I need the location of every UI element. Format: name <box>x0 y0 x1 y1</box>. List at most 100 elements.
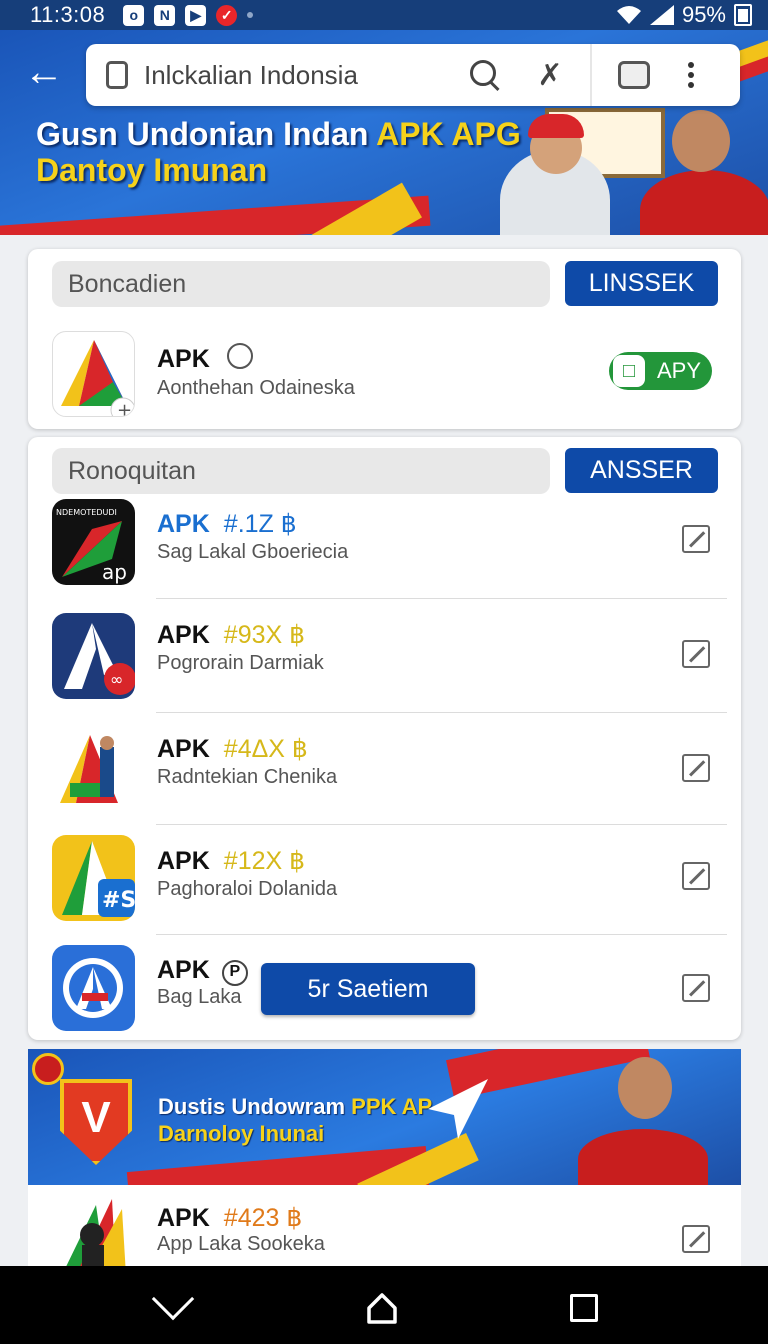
more-notifications-dot <box>247 12 254 18</box>
app-name-text: APK <box>157 735 210 763</box>
edit-icon[interactable] <box>682 974 710 1002</box>
app-name: APK #.1Z ฿ <box>157 509 297 539</box>
app-subtitle: App Laka Sookeka <box>157 1233 325 1255</box>
back-arrow-icon[interactable]: ← <box>24 52 64 92</box>
section-heading: Boncadien <box>52 261 550 307</box>
more-menu-icon[interactable] <box>688 62 694 88</box>
ad-title-line1: Dustis Undowram <box>158 1094 352 1119</box>
app-icon[interactable]: ∞ <box>52 613 135 699</box>
app-icon[interactable] <box>52 727 135 813</box>
banner-title-line1: Gusn Undonian Indan <box>36 116 377 152</box>
svg-text:∞: ∞ <box>110 670 123 689</box>
signal-icon <box>649 5 674 25</box>
notification-icons: o N ▶ ✓ <box>123 4 254 26</box>
edit-icon[interactable] <box>682 862 710 890</box>
app-name-text: APK <box>157 847 210 875</box>
app-name: APK #4ΔX ฿ <box>157 734 308 764</box>
app-tag: #423 ฿ <box>223 1204 303 1232</box>
nav-back-icon[interactable] <box>151 1277 195 1321</box>
app-name: APK P <box>157 956 248 986</box>
navigation-bar <box>0 1266 768 1344</box>
official-figure-red <box>640 170 768 235</box>
app-tag: P <box>221 960 248 986</box>
ad-title-highlight: PPK AP <box>351 1094 433 1119</box>
section-card-3: APK #423 ฿ App Laka Sookeka <box>28 1185 741 1281</box>
wifi-icon <box>616 6 641 24</box>
app-name-text: APK <box>157 621 210 649</box>
info-icon[interactable] <box>226 343 253 369</box>
app-subtitle: Bag Laka <box>157 986 242 1008</box>
shopping-bag-icon[interactable] <box>618 61 650 89</box>
edit-icon[interactable] <box>682 754 710 782</box>
app-subtitle: Sag Lakal Gboeriecia <box>157 541 349 563</box>
app-name-text: APK <box>157 345 210 373</box>
chat-bubble-icon: □ <box>613 355 645 387</box>
app-name-text: APK <box>157 510 210 538</box>
app-name-text: APK <box>157 1204 210 1232</box>
app-name: APK <box>157 343 253 374</box>
status-time: 11:3:08 <box>30 2 106 27</box>
search-query[interactable]: Inlckalian Indonsia <box>144 60 444 91</box>
section-card-1: Boncadien LINSSEK + APK Aonthehan Odaine… <box>28 249 741 429</box>
banner-title-line2: Dantoy Imunan <box>36 152 268 188</box>
app-icon[interactable] <box>52 945 135 1031</box>
notification-icon: ▶ <box>185 4 207 26</box>
battery-percent: 95% <box>681 2 726 27</box>
battery-icon <box>734 4 752 26</box>
nav-recent-apps-icon[interactable] <box>570 1294 598 1322</box>
notification-icon: o <box>123 4 145 26</box>
clear-icon[interactable]: ✗ <box>532 58 568 93</box>
nav-home-icon[interactable] <box>366 1292 397 1324</box>
app-name: APK #423 ฿ <box>157 1203 302 1233</box>
airplane-icon <box>428 1079 488 1139</box>
app-tag: #12X ฿ <box>223 847 306 875</box>
app-tag: #93X ฿ <box>223 621 306 649</box>
edit-icon[interactable] <box>682 640 710 668</box>
banner-title: Gusn Undonian Indan APK APG Dantoy Imuna… <box>36 116 521 188</box>
edit-icon[interactable] <box>682 1225 710 1253</box>
app-name: APK #93X ฿ <box>157 620 305 650</box>
list-item[interactable]: ∞ APK #93X ฿ Pogrorain Darmiak <box>28 598 741 708</box>
app-name: APK #12X ฿ <box>157 846 305 876</box>
emblem-icon <box>32 1053 64 1085</box>
app-subtitle: Paghoraloi Dolanida <box>157 878 338 900</box>
settings-button[interactable]: 5r Saetiem <box>261 963 475 1015</box>
app-icon[interactable]: + <box>52 331 135 417</box>
official-cap <box>528 114 584 138</box>
list-item[interactable]: APK #4ΔX ฿ Radntekian Chenika <box>28 712 741 822</box>
tab-icon <box>106 61 128 89</box>
status-right: 95% <box>616 2 752 28</box>
ad-banner[interactable]: V Dustis Undowram PPK AP Darnoloy Inunai <box>28 1049 741 1185</box>
notification-icon: ✓ <box>216 4 238 26</box>
app-tag: #4ΔX ฿ <box>223 735 308 763</box>
app-subtitle: Pogrorain Darmiak <box>157 652 324 674</box>
list-item[interactable]: #S APK #12X ฿ Paghoraloi Dolanida <box>28 824 741 934</box>
svg-text:+: + <box>117 400 132 417</box>
app-icon-label: NDEMOTEDUDI <box>56 508 117 517</box>
ad-title-line2: Darnoloy Inunai <box>158 1121 325 1146</box>
status-bar: 11:3:08 o N ▶ ✓ 95% <box>0 0 768 30</box>
list-item[interactable]: NDEMOTEDUDI ap APK #.1Z ฿ Sag Lakal Gboeri… <box>28 485 741 595</box>
app-icon-badge: #S <box>102 888 135 913</box>
notification-icon: N <box>154 4 176 26</box>
official-head <box>672 110 730 172</box>
divider <box>590 44 592 106</box>
browser-address-bar[interactable]: Inlckalian Indonsia ✗ <box>86 44 740 106</box>
app-tag: #.1Z ฿ <box>223 510 297 538</box>
app-subtitle: Aonthehan Odaineska <box>157 377 355 399</box>
app-subtitle: Radntekian Chenika <box>157 766 338 788</box>
apy-button-label: APY <box>657 358 702 383</box>
edit-icon[interactable] <box>682 525 710 553</box>
search-icon[interactable] <box>468 58 502 92</box>
official-head <box>618 1057 672 1119</box>
app-icon[interactable]: #S <box>52 835 135 921</box>
app-icon-label: ap <box>102 560 127 584</box>
ad-title: Dustis Undowram PPK AP Darnoloy Inunai <box>158 1093 432 1147</box>
app-name-text: APK <box>157 956 210 984</box>
banner-title-highlight: APK APG <box>376 116 521 152</box>
apy-button[interactable]: □ APY <box>609 352 712 390</box>
section-action-button[interactable]: LINSSEK <box>565 261 718 306</box>
official-figure <box>578 1129 708 1185</box>
app-icon[interactable]: NDEMOTEDUDI ap <box>52 499 135 585</box>
section-card-2: Ronoquitan ANSSER NDEMOTEDUDI ap APK #.1Z … <box>28 437 741 1040</box>
